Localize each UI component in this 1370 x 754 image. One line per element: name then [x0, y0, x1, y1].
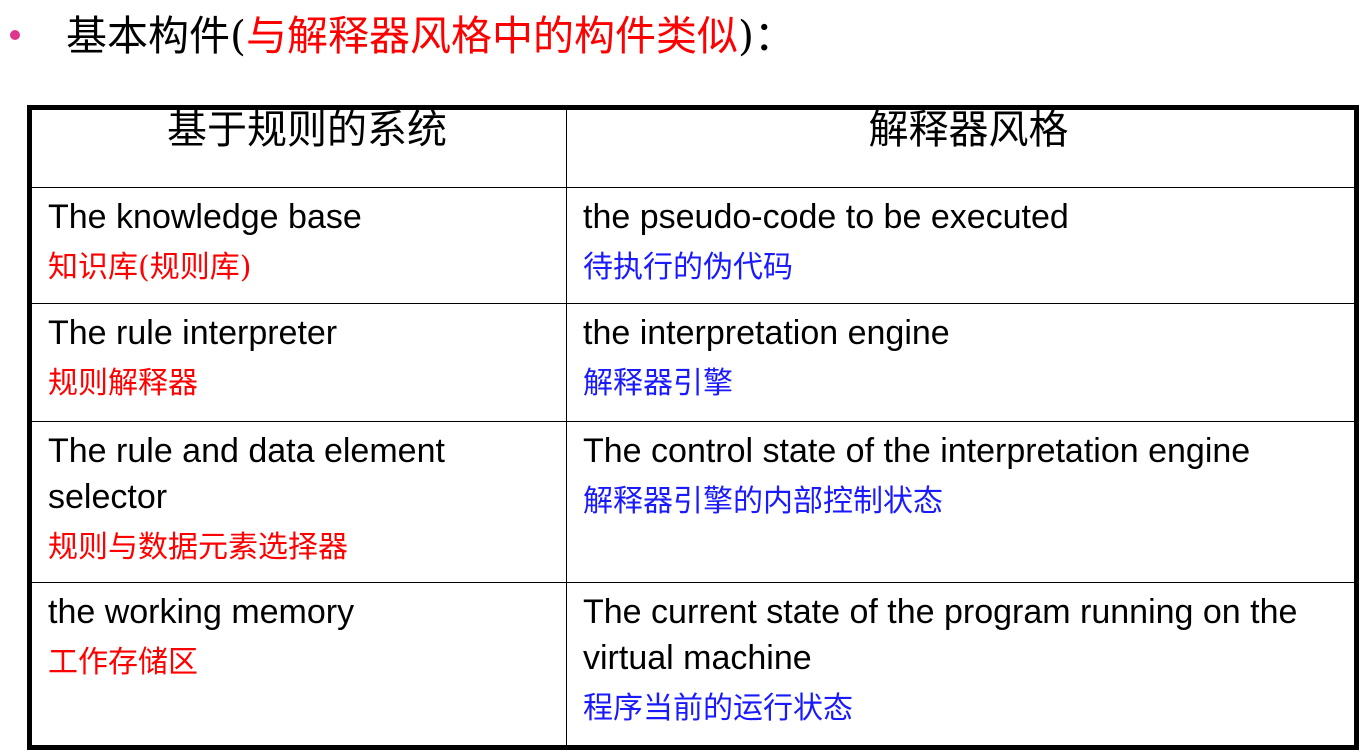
cell-english-text: The rule and data element selector: [48, 432, 445, 516]
cell-chinese-text: 解释器引擎: [583, 366, 733, 401]
header-rule-based-system: 基于规则的系统: [29, 107, 567, 188]
cell-chinese-text: 程序当前的运行状态: [583, 691, 853, 726]
table-cell-right: the interpretation engine 解释器引擎: [566, 303, 1357, 422]
bullet-dot: [10, 30, 20, 40]
table-row: the working memory 工作存储区 The current sta…: [29, 582, 1357, 748]
header-interpreter-style: 解释器风格: [566, 107, 1357, 188]
cell-english-text: The current state of the program running…: [583, 593, 1298, 677]
table-header-row: 基于规则的系统 解释器风格: [29, 107, 1357, 188]
cell-chinese-text: 知识库(规则库): [48, 250, 252, 285]
cell-english-text: The knowledge base: [48, 198, 362, 236]
table-cell-right: The control state of the interpretation …: [566, 421, 1357, 583]
comparison-table: 基于规则的系统 解释器风格 The knowledge base 知识库(规则库…: [27, 105, 1359, 750]
table-row: The rule and data element selector 规则与数据…: [29, 421, 1357, 583]
table-cell-right: The current state of the program running…: [566, 582, 1357, 748]
cell-chinese-text: 解释器引擎的内部控制状态: [583, 484, 943, 519]
cell-english-text: the working memory: [48, 593, 355, 631]
title-suffix: )：: [738, 12, 795, 60]
cell-chinese-text: 规则解释器: [48, 366, 198, 401]
cell-chinese-text: 规则与数据元素选择器: [48, 530, 348, 565]
cell-chinese-text: 工作存储区: [48, 645, 198, 680]
cell-english-text: The rule interpreter: [48, 314, 338, 352]
title-highlight: 与解释器风格中的构件类似: [246, 12, 738, 60]
title-prefix: 基本构件(: [66, 12, 246, 60]
table-row: The knowledge base 知识库(规则库) the pseudo-c…: [29, 187, 1357, 304]
cell-english-text: the interpretation engine: [583, 314, 950, 352]
slide-title: 基本构件(与解释器风格中的构件类似)：: [66, 8, 795, 64]
table-cell-right: the pseudo-code to be executed 待执行的伪代码: [566, 187, 1357, 304]
cell-english-text: The control state of the interpretation …: [583, 432, 1251, 470]
table-cell-left: the working memory 工作存储区: [29, 582, 567, 748]
table-cell-left: The rule and data element selector 规则与数据…: [29, 421, 567, 583]
table-cell-left: The rule interpreter 规则解释器: [29, 303, 567, 422]
table-row: The rule interpreter 规则解释器 the interpret…: [29, 303, 1357, 422]
table-cell-left: The knowledge base 知识库(规则库): [29, 187, 567, 304]
cell-english-text: the pseudo-code to be executed: [583, 198, 1069, 236]
cell-chinese-text: 待执行的伪代码: [583, 250, 793, 285]
